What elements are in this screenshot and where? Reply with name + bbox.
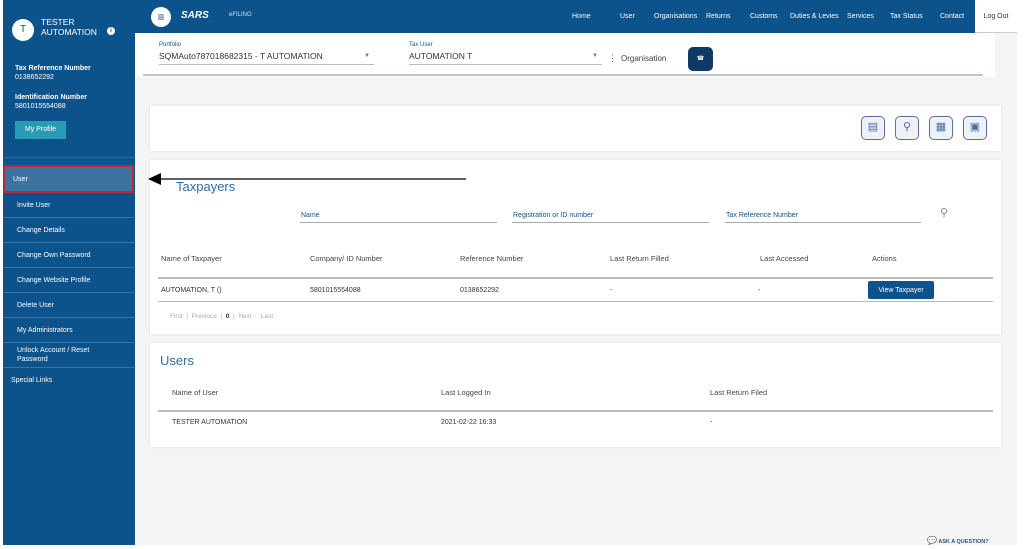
taxpayers-card: Taxpayers Name Registration or ID number… — [150, 160, 1001, 334]
chevron-down-icon: ▼ — [364, 53, 370, 59]
taxpayer-ref: 0138652292 — [460, 287, 499, 294]
payment-icon[interactable]: ▣ — [963, 116, 987, 140]
column-header: Name of Taxpayer — [161, 254, 222, 263]
id-label: Identification Number — [15, 94, 87, 101]
chevron-down-icon: ▼ — [592, 53, 598, 59]
nav-duties-levies[interactable]: Duties & Levies — [790, 13, 839, 20]
nav-home[interactable]: Home — [572, 13, 591, 20]
table-row: TESTER AUTOMATION 2021-02-22 16:33 - — [150, 411, 1001, 435]
last-page-link[interactable]: Last — [261, 313, 273, 320]
first-page-link[interactable]: First — [170, 313, 183, 320]
help-desk-icon[interactable]: ☎ — [688, 47, 713, 71]
sidebar-item-user[interactable]: User — [3, 165, 134, 193]
taxpayer-id: 5801015554088 — [310, 287, 361, 294]
name-search-input[interactable]: Name — [300, 212, 497, 223]
sidebar-item-special-links[interactable]: Special Links — [3, 368, 135, 393]
search-icon[interactable]: ⚲ — [940, 206, 948, 219]
menu-icon[interactable]: ≡ — [151, 7, 171, 27]
user-first-name: TESTER — [41, 17, 75, 27]
info-icon[interactable]: i — [107, 27, 115, 35]
divider — [143, 74, 983, 76]
nav-tax-status[interactable]: Tax Status — [890, 13, 923, 20]
view-taxpayer-button[interactable]: View Taxpayer — [868, 281, 934, 299]
tax-ref-value: 0138652292 — [15, 74, 54, 81]
current-page: 0 — [225, 313, 230, 320]
tax-ref-search-input[interactable]: Tax Reference Number — [725, 212, 921, 223]
id-value: 5801015554088 — [15, 103, 66, 110]
arrow-annotation — [148, 173, 466, 185]
sidebar-item-change-details[interactable]: Change Details — [3, 218, 135, 243]
my-profile-button[interactable]: My Profile — [15, 121, 66, 139]
last-accessed: - — [758, 287, 761, 294]
tax-user-value: AUTOMATION T — [409, 51, 473, 61]
column-header: Name of User — [172, 388, 219, 397]
column-header: Actions — [872, 254, 897, 263]
column-header: Reference Number — [460, 254, 524, 263]
tax-document-icon[interactable]: ▤ — [861, 116, 885, 140]
nav-returns[interactable]: Returns — [706, 13, 731, 20]
column-header: Company/ ID Number — [310, 254, 383, 263]
tax-user-select[interactable]: AUTOMATION T ▼ — [409, 51, 602, 65]
sidebar-item-delete-user[interactable]: Delete User — [3, 293, 135, 318]
next-page-link[interactable]: Next — [238, 313, 251, 320]
portfolio-select[interactable]: SQMAuto787018682315 - T AUTOMATION ▼ — [159, 51, 374, 65]
logout-button[interactable]: Log Out — [975, 0, 1017, 33]
tax-user-label: Tax User — [409, 42, 433, 48]
sars-logo: SARS — [181, 10, 209, 21]
registration-search-input[interactable]: Registration or ID number — [512, 212, 709, 223]
sidebar-item-my-administrators[interactable]: My Administrators — [3, 318, 135, 343]
action-card: ▤ ⚲ ▦ ▣ — [150, 106, 1001, 151]
sidebar-item-change-website-profile[interactable]: Change Website Profile — [3, 268, 135, 293]
pagination: First | Previous | 0 | Next Last — [170, 313, 274, 320]
last-return-filed: - — [710, 419, 713, 426]
divider — [3, 157, 135, 158]
chat-icon: 💬 — [927, 536, 937, 545]
portfolio-label: Portfolio — [159, 42, 182, 48]
sidebar-item-unlock-account[interactable]: Unlock Account / Reset Password — [3, 343, 135, 368]
nav-customs[interactable]: Customs — [750, 13, 778, 20]
previous-page-link[interactable]: Previous — [192, 313, 217, 320]
documents-icon[interactable]: ▦ — [929, 116, 953, 140]
nav-user[interactable]: User — [620, 13, 635, 20]
column-header: Last Logged In — [441, 388, 491, 397]
user-name: TESTER AUTOMATION — [41, 17, 97, 37]
column-header: Last Accessed — [760, 254, 809, 263]
table-row: AUTOMATION, T () 5801015554088 013865229… — [150, 278, 1001, 302]
more-options-icon[interactable]: ⋮ — [608, 53, 617, 64]
avatar: T — [12, 19, 34, 41]
search-person-icon[interactable]: ⚲ — [895, 116, 919, 140]
filter-bar: Portfolio SQMAuto787018682315 - T AUTOMA… — [135, 33, 995, 77]
sidebar-item-change-own-password[interactable]: Change Own Password — [3, 243, 135, 268]
nav-organisations[interactable]: Organisations — [654, 13, 697, 20]
nav-contact[interactable]: Contact — [940, 13, 964, 20]
top-nav-bar: ≡ SARS eFILING Home User Organisations R… — [135, 0, 975, 33]
last-logged-in: 2021-02-22 16:33 — [441, 419, 497, 426]
taxpayer-name: AUTOMATION, T () — [161, 287, 222, 294]
divider — [158, 301, 993, 302]
efiling-logo: eFILING — [229, 12, 252, 18]
ask-question-link[interactable]: 💬 ASK A QUESTION? — [927, 536, 989, 545]
organisation-link[interactable]: Organisation — [621, 54, 666, 63]
column-header: Last Return Filled — [610, 254, 669, 263]
nav-services[interactable]: Services — [847, 13, 874, 20]
users-card: Users Name of User Last Logged In Last R… — [150, 343, 1001, 447]
user-last-name: AUTOMATION — [41, 27, 97, 37]
portfolio-value: SQMAuto787018682315 - T AUTOMATION — [159, 51, 323, 61]
sidebar: T TESTER AUTOMATION i Tax Reference Numbe… — [3, 0, 135, 545]
column-header: Last Return Filed — [710, 388, 768, 397]
users-title: Users — [160, 353, 194, 368]
last-return: - — [610, 287, 613, 294]
sidebar-item-invite-user[interactable]: Invite User — [3, 193, 135, 218]
ask-question-label: ASK A QUESTION? — [938, 539, 989, 545]
user-name: TESTER AUTOMATION — [172, 419, 248, 426]
tax-ref-label: Tax Reference Number — [15, 65, 91, 72]
